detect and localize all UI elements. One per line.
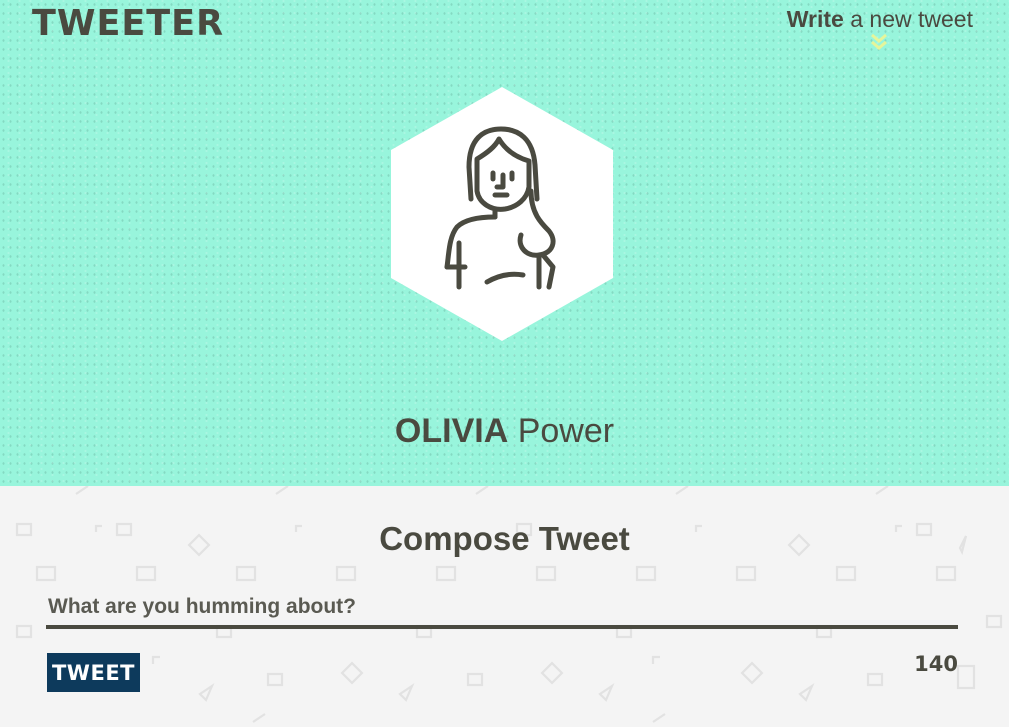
profile-header: TWEETER Write a new tweet OLIVIA Power bbox=[0, 0, 1009, 486]
last-name: Power bbox=[517, 412, 615, 450]
double-chevron-down-icon[interactable] bbox=[867, 32, 891, 52]
compose-section: Compose Tweet TWEET 140 bbox=[0, 486, 1009, 727]
first-name: OLIVIA bbox=[394, 412, 509, 450]
app-logo[interactable]: TWEETER bbox=[32, 4, 224, 45]
profile-name: OLIVIA Power bbox=[0, 412, 1009, 451]
tweet-input[interactable] bbox=[46, 589, 958, 629]
character-counter: 140 bbox=[914, 652, 958, 676]
tweet-button[interactable]: TWEET bbox=[47, 653, 140, 692]
write-link-rest: a new tweet bbox=[843, 6, 973, 32]
write-new-tweet-link[interactable]: Write a new tweet bbox=[787, 6, 973, 33]
avatar bbox=[391, 87, 613, 341]
compose-title: Compose Tweet bbox=[379, 520, 630, 557]
write-link-bold: Write bbox=[786, 6, 844, 32]
